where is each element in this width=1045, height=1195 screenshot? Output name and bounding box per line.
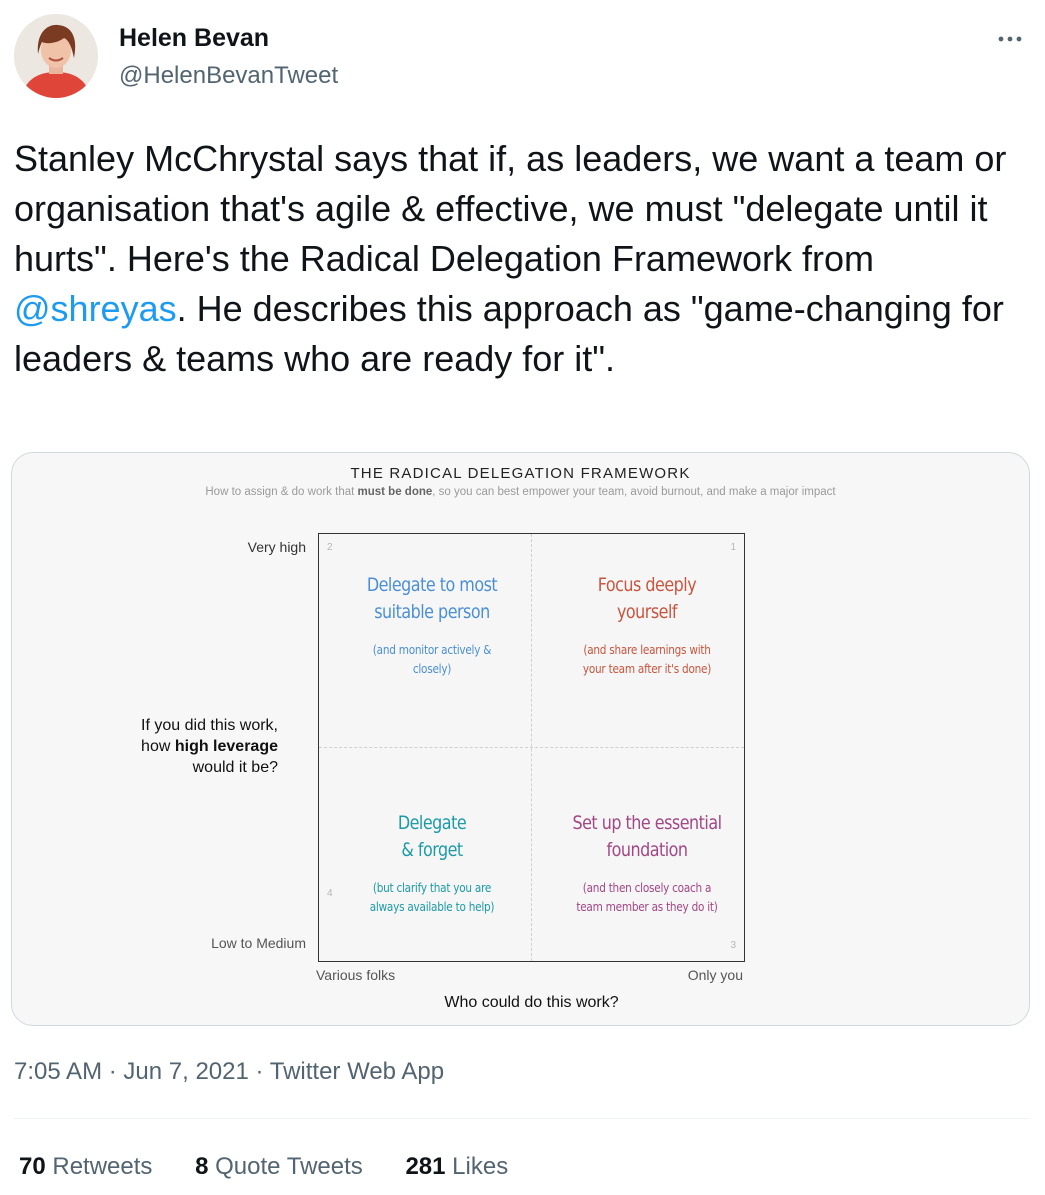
quadrant-1-note: (and share learnings with your team afte… (558, 640, 736, 678)
grid-horizontal-divider (319, 747, 744, 748)
x-axis-left-label: Various folks (316, 967, 396, 983)
quadrant-3-heading-line2: foundation (606, 839, 688, 861)
author-handle[interactable]: @HelenBevanTweet (119, 62, 338, 90)
tweet-text-start: Stanley McChrystal says that if, as lead… (14, 138, 1007, 279)
quadrant-1-heading: Focus deeply yourself (558, 572, 736, 626)
avatar-image (14, 14, 98, 98)
y-question-line1: If you did this work, (141, 717, 278, 734)
quadrant-4-heading-line1: Delegate (397, 812, 467, 834)
quadrant-4-heading: Delegate & forget (343, 810, 521, 864)
quadrant-2-heading-line2: suitable person (374, 601, 490, 623)
author-avatar[interactable] (14, 14, 98, 98)
subtitle-emphasis: must be done (357, 486, 433, 498)
framework-subtitle: How to assign & do work that must be don… (12, 486, 1029, 498)
likes-count: 281 (405, 1153, 446, 1180)
y-question-line2: how high leverage (96, 736, 278, 757)
retweets-stat[interactable]: 70 Retweets (19, 1153, 152, 1180)
quadrant-1-note-line1: (and share learnings with (583, 642, 711, 657)
quadrant-1-number: 1 (730, 542, 736, 553)
quadrant-1-heading-line2: yourself (616, 601, 678, 623)
likes-label: Likes (452, 1153, 509, 1180)
y-question-emphasis: high leverage (174, 738, 278, 755)
tweet-meta: 7:05 AM · Jun 7, 2021 · Twitter Web App (14, 1058, 444, 1086)
retweets-label: Retweets (52, 1153, 153, 1180)
quadrant-4-note: (but clarify that you are always availab… (343, 878, 521, 916)
quadrant-2-number: 2 (327, 542, 333, 553)
x-axis-right-label: Only you (687, 967, 743, 983)
quote-tweets-label: Quote Tweets (215, 1153, 363, 1180)
tweet-media-image[interactable]: THE RADICAL DELEGATION FRAMEWORK How to … (11, 452, 1030, 1026)
quadrant-3-heading-line1: Set up the essential (572, 812, 722, 834)
meta-separator: · (108, 1058, 117, 1085)
y-question-line3: would it be? (192, 759, 278, 776)
y-question-line2-start: how (141, 738, 175, 755)
y-axis-low-label: Low to Medium (211, 935, 306, 951)
quadrant-3: Set up the essential foundation (and the… (541, 810, 753, 916)
quadrant-3-note-line1: (and then closely coach a (582, 880, 712, 895)
quadrant-3-note-line2: team member as they do it) (576, 899, 718, 914)
quote-tweets-stat[interactable]: 8 Quote Tweets (195, 1153, 363, 1180)
quadrant-2-heading-line1: Delegate to most (366, 574, 498, 596)
mention-link[interactable]: @shreyas (14, 288, 177, 329)
more-horizontal-icon[interactable] (992, 26, 1028, 52)
quadrant-2-heading: Delegate to most suitable person (343, 572, 521, 626)
likes-stat[interactable]: 281 Likes (405, 1153, 508, 1180)
y-axis-high-label: Very high (247, 539, 306, 555)
tweet-header: Helen Bevan @HelenBevanTweet (0, 0, 1045, 110)
quadrant-2-note-line1: (and monitor actively & (372, 642, 492, 657)
quadrant-4-note-line1: (but clarify that you are (372, 880, 492, 895)
quadrant-4-heading-line2: & forget (401, 839, 463, 861)
quadrant-2-note: (and monitor actively & closely) (343, 640, 521, 678)
retweets-count: 70 (19, 1153, 46, 1180)
subtitle-start: How to assign & do work that (205, 486, 358, 498)
tweet-date[interactable]: Jun 7, 2021 (123, 1058, 248, 1085)
quadrant-1-note-line2: your team after it's done) (582, 661, 712, 676)
tweet-time[interactable]: 7:05 AM (14, 1058, 102, 1085)
quadrant-2: Delegate to most suitable person (and mo… (326, 572, 538, 678)
x-axis-question: Who could do this work? (444, 994, 619, 1011)
quote-tweets-count: 8 (195, 1153, 209, 1180)
author-name[interactable]: Helen Bevan (119, 24, 269, 53)
y-axis-question: If you did this work, how high leverage … (96, 715, 278, 778)
quadrant-3-note: (and then closely coach a team member as… (558, 878, 736, 916)
quadrant-2-note-line2: closely) (412, 661, 452, 676)
subtitle-end: , so you can best empower your team, avo… (432, 486, 836, 498)
quadrant-1-heading-line1: Focus deeply (597, 574, 697, 596)
quadrant-3-heading: Set up the essential foundation (558, 810, 736, 864)
stats-divider (14, 1118, 1030, 1119)
tweet-source[interactable]: Twitter Web App (270, 1058, 444, 1085)
framework-grid: 2 1 4 3 Delegate to most suitable person… (318, 533, 745, 962)
tweet-stats: 70 Retweets 8 Quote Tweets 281 Likes (19, 1153, 544, 1181)
quadrant-3-number: 3 (730, 940, 736, 951)
tweet-text: Stanley McChrystal says that if, as lead… (14, 134, 1034, 384)
quadrant-1: Focus deeply yourself (and share learnin… (541, 572, 753, 678)
meta-separator: · (255, 1058, 264, 1085)
quadrant-4-note-line2: always available to help) (369, 899, 495, 914)
quadrant-4: Delegate & forget (but clarify that you … (326, 810, 538, 916)
framework-title: THE RADICAL DELEGATION FRAMEWORK (350, 465, 691, 482)
